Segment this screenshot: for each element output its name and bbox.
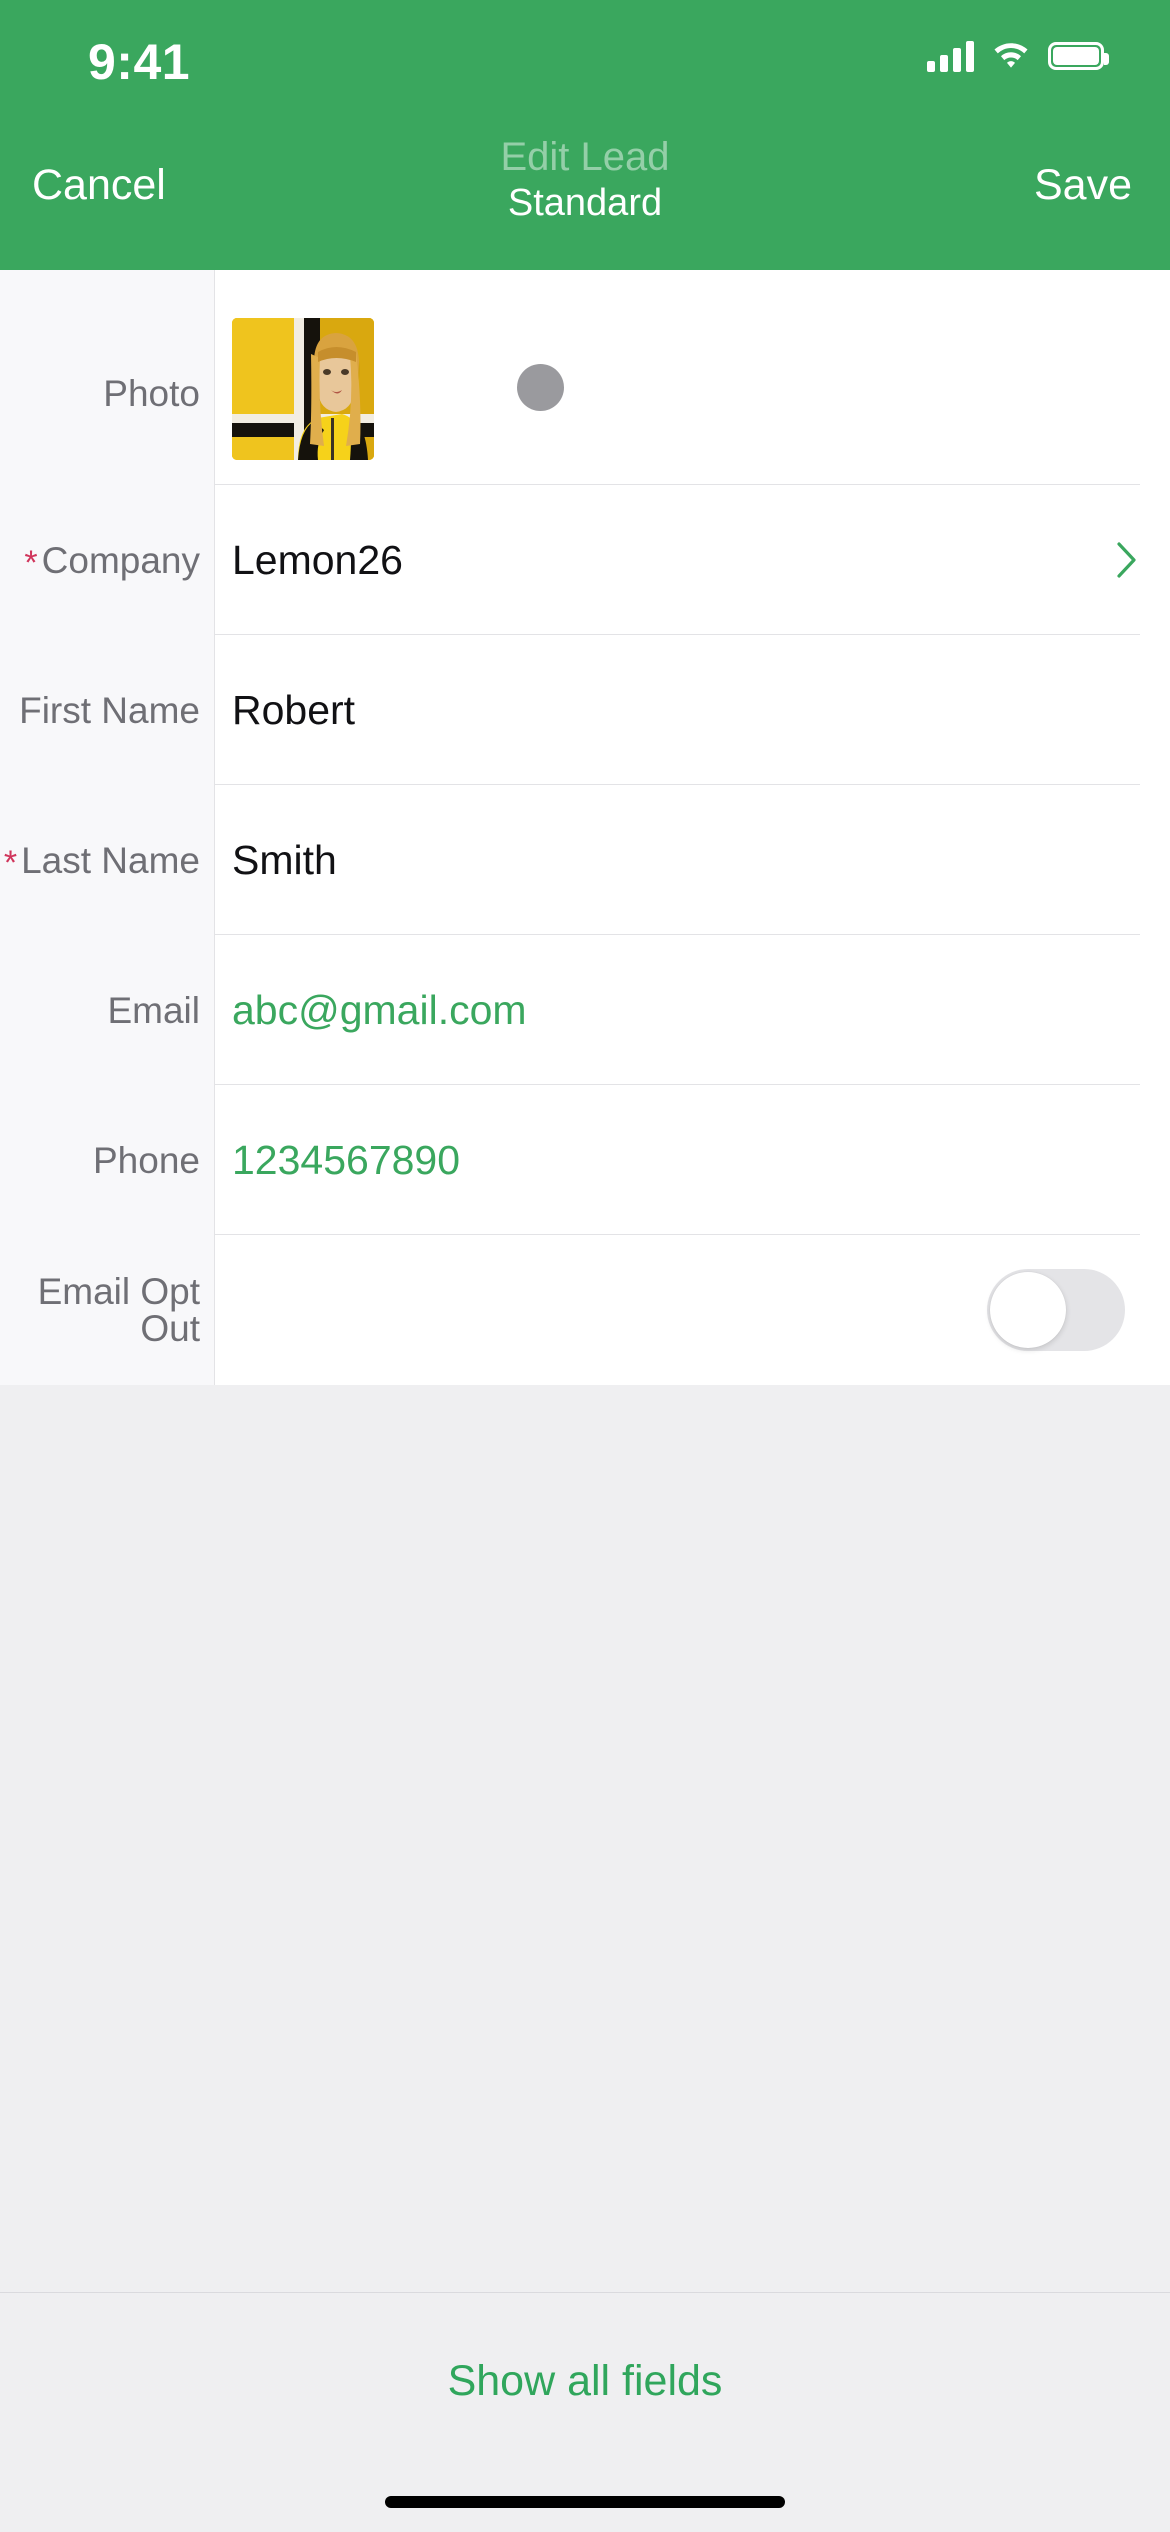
app-screen: 9:41 Cancel Edit Lead Standard Save Phot… [0,0,1170,2532]
wifi-icon [992,38,1030,73]
field-label: First Name [0,635,214,785]
required-asterisk: * [3,844,18,882]
footer-divider [0,2292,1170,2293]
field-label-text: Company [41,539,200,581]
field-value-text: Robert [232,686,356,733]
field-label-text: Phone [93,1139,200,1181]
field-label: Phone [0,1085,214,1235]
save-button[interactable]: Save [1034,164,1132,207]
navigation-row: Cancel Edit Lead Standard Save [0,112,1170,270]
lead-photo-thumbnail[interactable] [232,317,374,460]
required-asterisk: * [24,544,38,582]
email-opt-out-label: Email Opt Out [37,1271,200,1349]
field-value-text: abc@gmail.com [232,986,527,1033]
status-bar-indicators [927,38,1109,73]
form-row-photo[interactable]: Photo [0,270,1170,485]
show-all-fields-button[interactable]: Show all fields [0,2360,1170,2403]
photo-row-label: Photo [103,373,200,414]
field-label: Email [0,935,214,1085]
email-opt-out-value [214,1235,1170,1385]
field-value[interactable]: Robert [214,635,1170,785]
form-row-email-opt-out[interactable]: Email Opt Out [0,1235,1170,1385]
field-value[interactable]: Smith [214,785,1170,935]
status-bar-time: 9:41 [88,34,191,90]
field-value-link[interactable]: 1234567890 [214,1085,1170,1235]
email-opt-out-toggle[interactable] [987,1269,1125,1351]
edit-lead-form: Photo * Company Lemon26 First Name Rober… [0,270,1170,1385]
field-label: * Last Name [0,785,214,935]
form-row[interactable]: First Name Robert [0,635,1170,785]
field-value-text: Smith [232,836,337,883]
form-row[interactable]: Phone 1234567890 [0,1085,1170,1235]
form-row[interactable]: Email abc@gmail.com [0,935,1170,1085]
cellular-signal-icon [927,40,974,72]
field-value-link[interactable]: abc@gmail.com [214,935,1170,1085]
form-row[interactable]: * Last Name Smith [0,785,1170,935]
page-subtitle: Standard [507,182,663,225]
page-title: Edit Lead [500,135,670,179]
field-label-text: Email [107,989,200,1031]
photo-row-value [214,296,1170,460]
status-bar: 9:41 [0,0,1170,112]
form-row[interactable]: * Company Lemon26 [0,485,1170,635]
field-value[interactable]: Lemon26 [214,485,1170,635]
footer-bar: Show all fields [0,2292,1170,2532]
toggle-knob [990,1272,1066,1348]
photo-action-circle-button[interactable] [517,363,564,411]
navigation-title-block: Edit Lead Standard [0,134,1170,226]
field-value-text: Lemon26 [232,536,403,583]
battery-full-icon [1048,41,1109,70]
field-label-text: Last Name [21,839,200,881]
field-label-text: First Name [19,689,200,731]
navigation-bar: 9:41 Cancel Edit Lead Standard Save [0,0,1170,270]
home-indicator[interactable] [385,2496,785,2508]
field-label: * Company [0,485,214,635]
field-value-text: 1234567890 [232,1136,461,1183]
